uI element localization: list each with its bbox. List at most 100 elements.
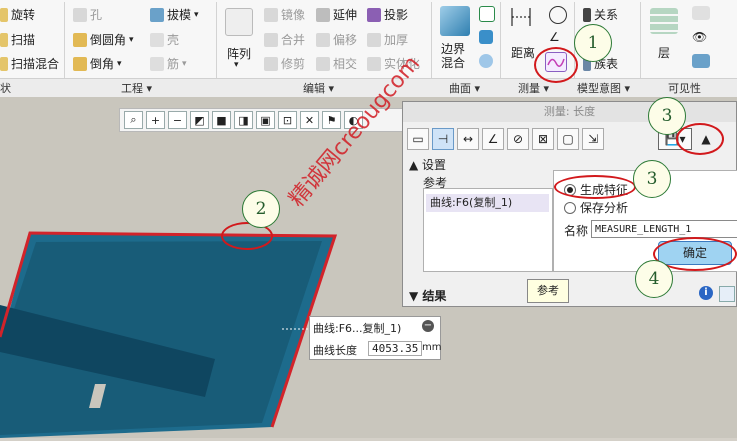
diameter-icon[interactable] (549, 6, 567, 24)
freestyle-icon[interactable] (479, 30, 493, 44)
round-icon (73, 32, 87, 47)
settings-header[interactable]: ▲ 设置 (409, 156, 446, 173)
callout-title: 曲线:F6...复制_1) (313, 322, 402, 335)
step-marker-3b: 3 (633, 160, 671, 198)
name-input[interactable]: MEASURE_LENGTH_1 (591, 220, 737, 238)
visibility-icon[interactable]: 👁 (692, 30, 710, 44)
datum-display-icon[interactable]: ⊡ (278, 111, 297, 129)
thicken-icon (367, 32, 381, 47)
mirror-button[interactable]: 镜像 (264, 6, 305, 23)
angle-icon[interactable]: ∠ (549, 30, 565, 44)
diameter-measure-icon[interactable]: ⊘ (507, 128, 529, 150)
display-style-icon[interactable]: ■ (212, 111, 231, 129)
distance-icon (510, 6, 532, 28)
measurement-callout[interactable]: 曲线:F6...复制_1) − 曲线长度 4053.35 mm (309, 316, 441, 360)
boundary-blend-icon (440, 6, 470, 36)
shell-icon (150, 32, 164, 47)
results-header[interactable]: ▼ 结果 (409, 287, 446, 304)
chamfer-button[interactable]: 倒角 ▾ (73, 55, 122, 72)
highlight-ring-generate (554, 175, 636, 199)
group-visibility[interactable]: 可见性 (668, 80, 701, 96)
collapse-callout-icon[interactable]: − (422, 320, 434, 332)
revolve-icon (0, 7, 8, 22)
zoom-out-icon[interactable]: − (168, 111, 187, 129)
revolve-button[interactable]: 旋转 (0, 6, 35, 23)
length-measure-icon[interactable]: ⊣ (432, 128, 454, 150)
hole-button[interactable]: 孔 (73, 6, 102, 23)
round-button[interactable]: 倒圆角 ▾ (73, 31, 134, 48)
repaint-icon[interactable]: ◩ (190, 111, 209, 129)
highlight-ring-length (534, 47, 578, 83)
trim-button[interactable]: 修剪 (264, 55, 305, 72)
distance-button[interactable]: 距离 (511, 44, 535, 61)
boundary-blend-button[interactable]: 边界 混合 (441, 42, 465, 70)
project-icon (367, 7, 381, 22)
relations-icon (583, 7, 591, 22)
summary-icon[interactable]: ▭ (407, 128, 429, 150)
merge-icon (264, 32, 278, 47)
save-analysis-radio[interactable]: 保存分析 (564, 199, 628, 216)
area-measure-icon[interactable]: ⊠ (532, 128, 554, 150)
reference-tooltip: 参考 (527, 279, 569, 303)
layer-button[interactable]: 层 (658, 44, 670, 61)
style-icon[interactable] (479, 54, 493, 68)
length-unit: mm (422, 342, 442, 353)
thicken-button[interactable]: 加厚 (367, 31, 408, 48)
saved-views-icon[interactable]: ◨ (234, 111, 253, 129)
layer-icon (650, 8, 678, 34)
reference-list[interactable]: 曲线:F6(复制_1) (423, 188, 553, 272)
intersect-button[interactable]: 相交 (316, 55, 357, 72)
draft-button[interactable]: 拔模 ▾ (150, 6, 199, 23)
refit-icon[interactable]: ⌕ (124, 111, 143, 129)
pattern-icon (225, 8, 253, 36)
spin-center-icon[interactable]: ✕ (300, 111, 319, 129)
group-engineering[interactable]: 工程 ▾ (121, 80, 152, 96)
rib-icon (150, 56, 164, 71)
extend-icon (316, 7, 330, 22)
sweep-blend-icon (0, 56, 8, 71)
solidify-icon (367, 56, 381, 71)
group-editing[interactable]: 编辑 ▾ (303, 80, 334, 96)
fill-icon[interactable] (479, 6, 495, 22)
transform-measure-icon[interactable]: ⇲ (582, 128, 604, 150)
sweep-icon (0, 32, 8, 47)
pattern-dropdown[interactable]: ▾ (234, 60, 239, 70)
pattern-button[interactable]: 阵列 (227, 45, 251, 62)
trim-icon (264, 56, 278, 71)
draft-icon (150, 7, 164, 22)
group-measure[interactable]: 测量 ▾ (518, 80, 549, 96)
reference-item[interactable]: 曲线:F6(复制_1) (426, 194, 549, 212)
highlight-ring-save (676, 123, 724, 155)
copy-icon[interactable] (719, 286, 735, 302)
offset-icon (316, 32, 330, 47)
view-manager-icon[interactable]: ▣ (256, 111, 275, 129)
zoom-in-icon[interactable]: + (146, 111, 165, 129)
step-marker-2: 2 (242, 190, 280, 228)
status-icon[interactable] (692, 54, 710, 68)
rib-button[interactable]: 筋 ▾ (150, 55, 187, 72)
hide-icon[interactable] (692, 6, 710, 20)
shell-button[interactable]: 壳 (150, 31, 179, 48)
group-model-intent[interactable]: 模型意图 ▾ (577, 80, 630, 96)
group-shape[interactable]: 状 (0, 80, 11, 96)
step-marker-1: 1 (574, 24, 612, 62)
step-marker-3a: 3 (648, 97, 686, 135)
extend-button[interactable]: 延伸 (316, 6, 357, 23)
sweep-button[interactable]: 扫描 (0, 31, 35, 48)
group-surface[interactable]: 曲面 ▾ (449, 80, 480, 96)
mirror-icon (264, 7, 278, 22)
offset-button[interactable]: 偏移 (316, 31, 357, 48)
curve-length-value: 4053.35 (368, 341, 423, 356)
project-button[interactable]: 投影 (367, 6, 408, 23)
info-icon[interactable]: i (699, 286, 713, 300)
hole-icon (73, 7, 87, 22)
relations-button[interactable]: 关系 (583, 6, 618, 23)
sweep-blend-button[interactable]: 扫描混合 (0, 55, 59, 72)
curve-length-label: 曲线长度 (313, 344, 357, 357)
name-label: 名称 (564, 224, 589, 238)
dialog-title[interactable]: 测量: 长度 (403, 102, 736, 122)
angle-measure-icon[interactable]: ∠ (482, 128, 504, 150)
distance-measure-icon[interactable]: ↔ (457, 128, 479, 150)
merge-button[interactable]: 合并 (264, 31, 305, 48)
volume-measure-icon[interactable]: ▢ (557, 128, 579, 150)
